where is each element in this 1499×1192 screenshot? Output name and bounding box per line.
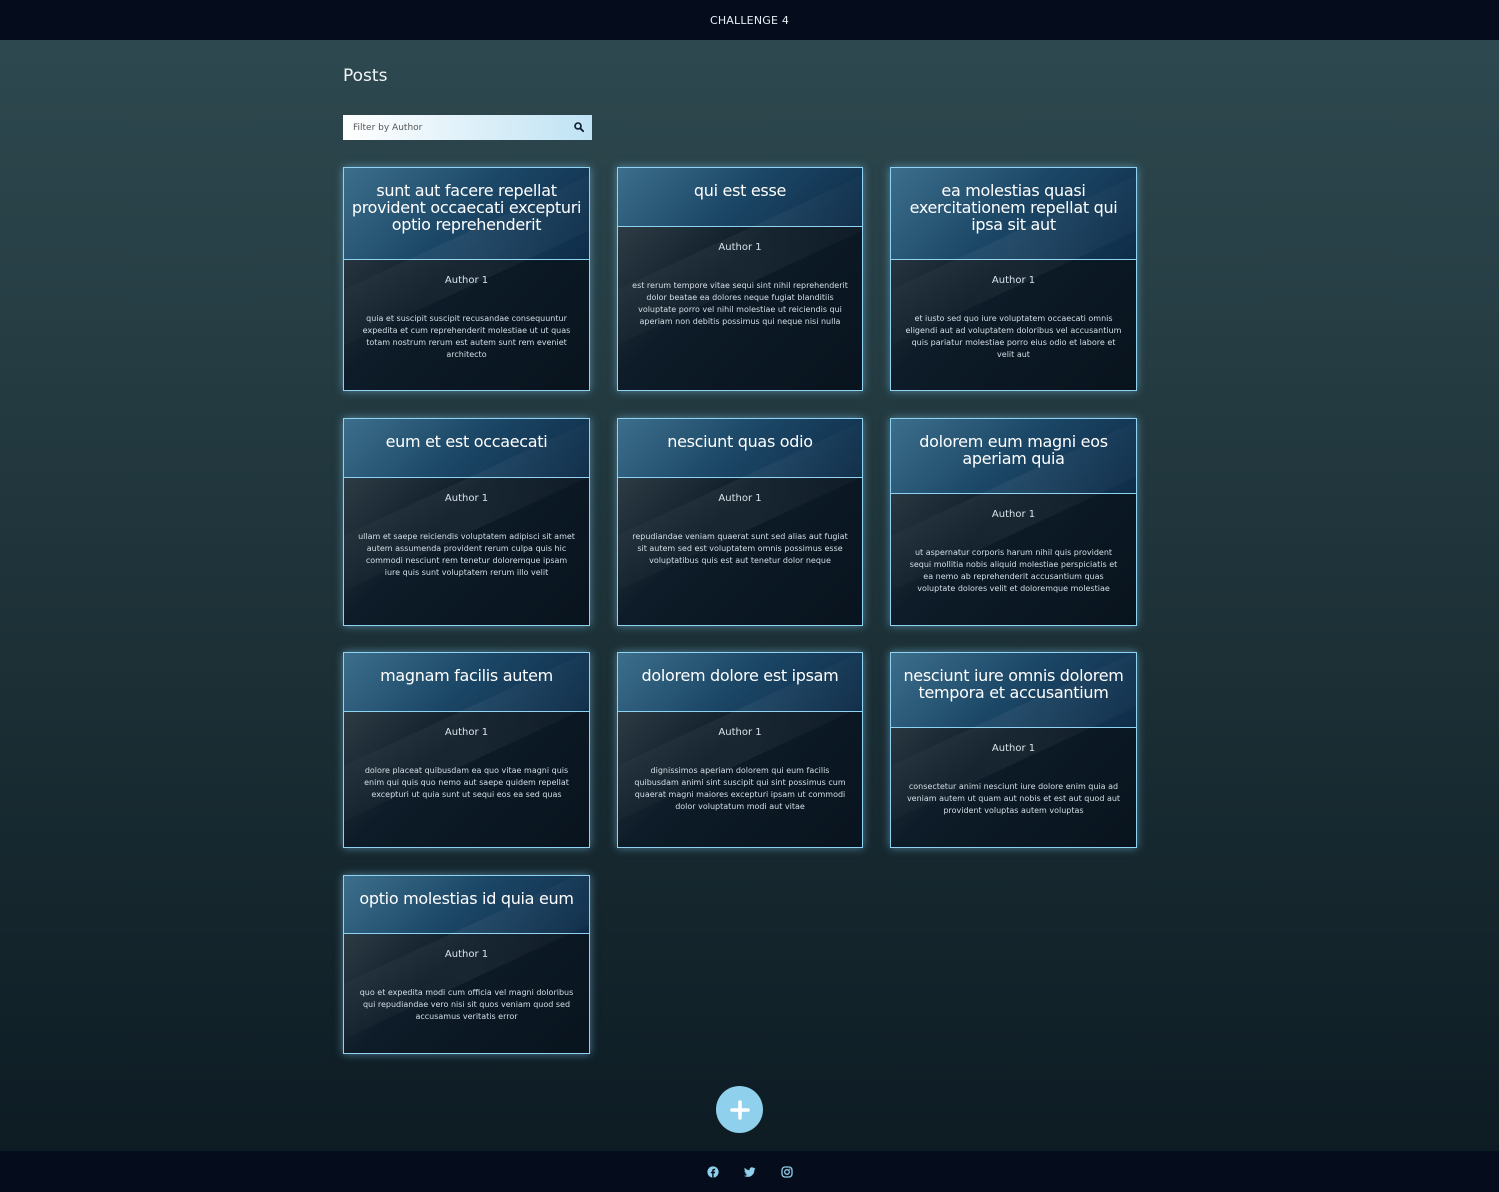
post-author: Author 1	[718, 727, 762, 738]
instagram-icon[interactable]	[780, 1165, 793, 1178]
post-body: repudiandae veniam quaerat sunt sed alia…	[632, 532, 848, 565]
post-body: est rerum tempore vitae sequi sint nihil…	[632, 281, 848, 326]
top-bar: CHALLENGE 4	[0, 0, 1499, 40]
post-card-header: nesciunt iure omnis dolorem tempora et a…	[891, 653, 1136, 728]
post-title: optio molestias id quia eum	[359, 889, 574, 908]
twitter-icon[interactable]	[743, 1166, 756, 1178]
post-title: dolorem eum magni eos aperiam quia	[919, 432, 1108, 468]
author-filter	[343, 115, 592, 140]
post-body: ullam et saepe reiciendis voluptatem adi…	[358, 532, 575, 577]
footer	[0, 1151, 1499, 1192]
app-title: CHALLENGE 4	[709, 13, 790, 27]
post-title: nesciunt quas odio	[667, 432, 813, 451]
post-author: Author 1	[444, 949, 489, 960]
post-author: Author 1	[444, 727, 489, 738]
post-title: qui est esse	[693, 181, 787, 200]
post-card[interactable]: nesciunt iure omnis dolorem tempora et a…	[890, 652, 1137, 848]
post-body: quia et suscipit suscipit recusandae con…	[362, 314, 571, 359]
post-card-header: sunt aut facere repellat provident occae…	[344, 168, 589, 260]
post-title: nesciunt iure omnis dolorem tempora et a…	[903, 666, 1124, 702]
post-card[interactable]: dolorem dolore est ipsam Author 1 dignis…	[617, 652, 863, 848]
post-card[interactable]: eum et est occaecati Author 1 ullam et s…	[343, 418, 590, 626]
post-author: Author 1	[991, 509, 1036, 520]
post-card-header: magnam facilis autem	[344, 653, 589, 712]
post-card[interactable]: sunt aut facere repellat provident occae…	[343, 167, 590, 391]
post-body: dignissimos aperiam dolorem qui eum faci…	[634, 766, 846, 811]
post-title: dolorem dolore est ipsam	[641, 666, 839, 685]
post-author: Author 1	[991, 275, 1036, 286]
add-post-button[interactable]	[716, 1086, 763, 1133]
author-filter-input[interactable]	[343, 115, 563, 140]
search-icon[interactable]	[574, 122, 584, 132]
post-card[interactable]: optio molestias id quia eum Author 1 quo…	[343, 875, 590, 1054]
post-title: sunt aut facere repellat provident occae…	[351, 181, 582, 234]
post-title: ea molestias quasi exercitationem repell…	[909, 181, 1118, 234]
post-card[interactable]: magnam facilis autem Author 1 dolore pla…	[343, 652, 590, 848]
post-card-header: ea molestias quasi exercitationem repell…	[891, 168, 1136, 260]
post-body: et iusto sed quo iure voluptatem occaeca…	[905, 314, 1122, 359]
post-card[interactable]: nesciunt quas odio Author 1 repudiandae …	[617, 418, 863, 626]
post-title: eum et est occaecati	[385, 432, 548, 451]
facebook-icon[interactable]	[706, 1165, 719, 1178]
post-body: dolore placeat quibusdam ea quo vitae ma…	[364, 766, 569, 799]
post-card[interactable]: ea molestias quasi exercitationem repell…	[890, 167, 1137, 391]
post-body: consectetur animi nesciunt iure dolore e…	[906, 782, 1121, 815]
page-title: Posts	[343, 66, 388, 86]
post-title: magnam facilis autem	[380, 666, 553, 685]
plus-icon	[729, 1099, 750, 1120]
post-card-header: nesciunt quas odio	[618, 419, 862, 478]
post-card-header: optio molestias id quia eum	[344, 876, 589, 934]
post-card[interactable]: dolorem eum magni eos aperiam quia Autho…	[890, 418, 1137, 626]
post-body: quo et expedita modi cum officia vel mag…	[359, 988, 574, 1021]
post-body: ut aspernatur corporis harum nihil quis …	[909, 548, 1118, 593]
post-card-header: qui est esse	[618, 168, 862, 227]
post-author: Author 1	[718, 493, 762, 504]
post-card-header: dolorem eum magni eos aperiam quia	[891, 419, 1136, 494]
post-author: Author 1	[444, 275, 489, 286]
post-card-header: dolorem dolore est ipsam	[618, 653, 862, 712]
post-card[interactable]: qui est esse Author 1 est rerum tempore …	[617, 167, 863, 391]
post-author: Author 1	[444, 493, 489, 504]
post-card-header: eum et est occaecati	[344, 419, 589, 478]
post-author: Author 1	[991, 743, 1036, 754]
post-author: Author 1	[718, 242, 762, 253]
